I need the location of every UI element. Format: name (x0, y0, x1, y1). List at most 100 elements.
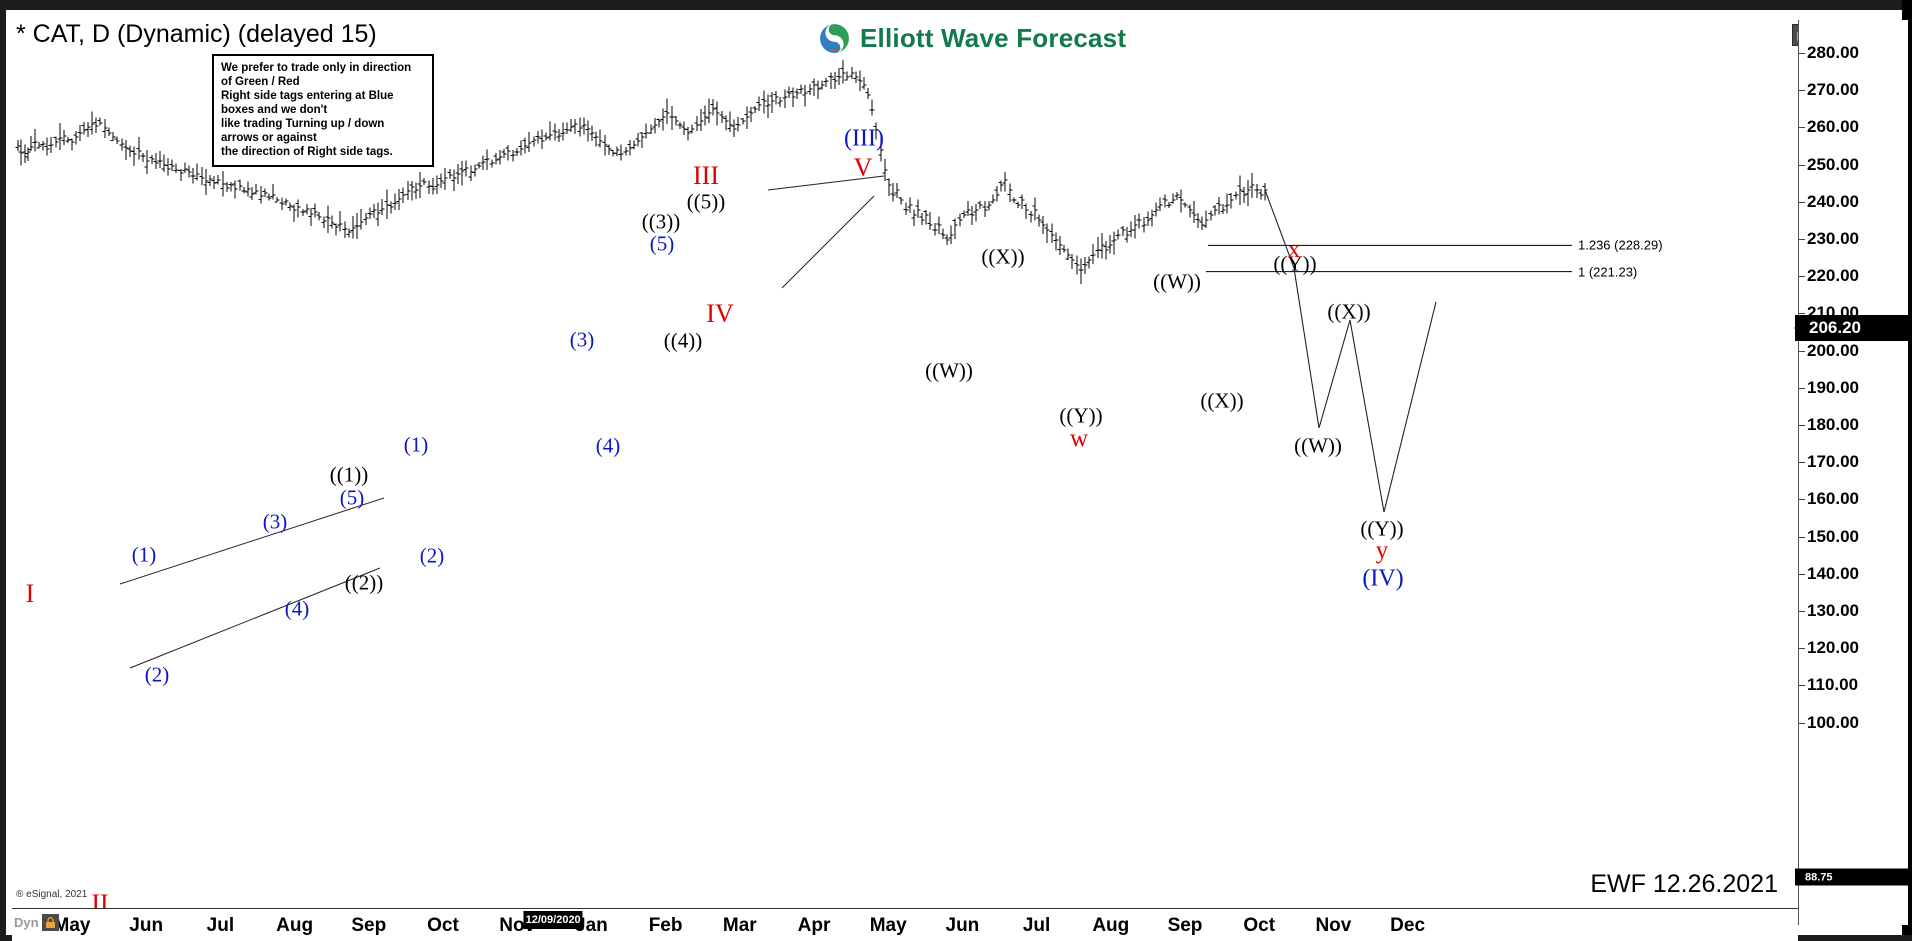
wave-label: (3) (569, 327, 595, 352)
price-tick-mark (1799, 462, 1805, 464)
chart-canvas: * CAT, D (Dynamic) (delayed 15) Elliott … (6, 10, 1909, 941)
date-tick-label: Nov (1315, 915, 1352, 936)
chart-application-window: * CAT, D (Dynamic) (delayed 15) Elliott … (0, 0, 1912, 941)
current-price-badge: 206.20 (1795, 314, 1909, 341)
date-tick-label: May (869, 915, 907, 936)
window-frame-top (0, 0, 1912, 10)
date-axis[interactable]: May Jun Jul Aug Sep Oct Nov Jan Feb Mar Apr May Jun J… (12, 908, 1798, 941)
wave-label: ((3)) (641, 209, 681, 234)
price-tick-label: 200.00 (1807, 340, 1859, 360)
price-tick-mark (1799, 648, 1805, 650)
price-tick-mark (1799, 573, 1805, 575)
date-tick-label: Jul (206, 915, 235, 936)
price-tick-mark (1799, 387, 1805, 389)
price-tick-mark (1799, 536, 1805, 538)
wave-label: ((W)) (1294, 433, 1342, 458)
price-tick-mark (1799, 499, 1805, 501)
wave-label: III (693, 161, 719, 190)
wave-label: (5) (339, 485, 365, 510)
wave-label: (IV) (1362, 565, 1404, 592)
price-tick-label: 230.00 (1807, 229, 1859, 248)
wave-label: (3) (262, 509, 288, 534)
date-highlight-badge: 12/09/2020 (523, 911, 583, 929)
wave-label: ((W)) (1153, 269, 1201, 294)
wave-label: ((X)) (1200, 388, 1244, 413)
wave-label: (4) (284, 596, 310, 621)
price-tick-mark (1799, 90, 1805, 92)
price-tick-mark (1799, 164, 1805, 166)
price-tick-label: 180.00 (1807, 415, 1859, 434)
price-tick-label: 220.00 (1807, 266, 1859, 286)
price-tick-label: 130.00 (1807, 601, 1859, 620)
wave-label: ((1)) (329, 462, 369, 487)
price-tick-label: 170.00 (1807, 452, 1859, 472)
price-series-svg (15, 60, 1572, 669)
dynamic-feed-indicator[interactable]: Dyn (14, 914, 59, 931)
wave-label: II (91, 889, 109, 908)
date-tick-label: May (53, 915, 91, 936)
price-tick-mark (1799, 425, 1805, 426)
date-tick-label: Jun (129, 915, 164, 936)
price-plot-area[interactable]: I II (1) (2) (3) (4) (5) ((1)) ((2)) (1) (2) (3) (4)… (12, 20, 1798, 908)
wave-label: ((2)) (344, 570, 384, 595)
wave-label: (5) (649, 231, 675, 256)
fibonacci-level-label: 1.236 (228.29) (1578, 237, 1663, 253)
price-tick-label: 100.00 (1807, 712, 1859, 732)
price-tick-mark (1799, 611, 1805, 612)
price-tick-label: 260.00 (1807, 117, 1859, 137)
wave-label: ((5)) (686, 189, 726, 214)
date-tick-label: Oct (1243, 915, 1276, 936)
fibonacci-level-label: 1 (221.23) (1578, 264, 1638, 280)
price-tick-mark (1799, 127, 1805, 129)
price-tick-label: 160.00 (1807, 489, 1859, 509)
date-tick-label: Dec (1390, 915, 1426, 936)
price-tick-mark (1799, 276, 1805, 278)
wave-label: w (1069, 425, 1089, 452)
copyright-notice: ® eSignal, 2021 (16, 889, 88, 900)
date-tick-label: Feb (648, 915, 683, 936)
wave-label: ((X)) (1327, 299, 1371, 324)
price-tick-label: 120.00 (1807, 638, 1859, 658)
date-tick-label: Sep (1167, 915, 1203, 936)
price-tick-mark (1799, 722, 1805, 724)
price-tick-mark (1799, 685, 1805, 687)
price-tick-label: 280.00 (1807, 43, 1859, 62)
date-tick-label: Aug (276, 915, 314, 936)
price-tick-label: 190.00 (1807, 377, 1859, 397)
date-tick-label: Sep (351, 915, 387, 936)
price-tick-label: 150.00 (1807, 526, 1859, 546)
price-tick-label: 140.00 (1807, 563, 1859, 583)
lock-icon (41, 914, 59, 931)
price-tick-label: 270.00 (1807, 80, 1859, 100)
wave-label: (1) (403, 432, 429, 457)
wave-label: (2) (419, 543, 445, 568)
price-tick-mark (1799, 350, 1805, 352)
date-tick-label: Jul (1022, 915, 1051, 936)
date-tick-label: Apr (797, 915, 831, 936)
wave-label: y (1375, 537, 1389, 564)
date-tick-label: Oct (427, 915, 459, 936)
wave-label: (III) (844, 125, 884, 152)
price-tick-label: 110.00 (1807, 675, 1859, 695)
date-tick-label: Jun (945, 915, 980, 936)
wave-label: I (25, 579, 35, 608)
price-tick-label: 250.00 (1807, 154, 1859, 174)
date-tick-label: Aug (1092, 915, 1130, 936)
wave-label: V (853, 153, 873, 182)
dyn-label: Dyn (14, 915, 39, 930)
price-tick-mark (1799, 201, 1805, 203)
forecast-date-stamp: EWF 12.26.2021 (1590, 870, 1778, 898)
price-tick-mark (1799, 239, 1805, 240)
price-tick-mark (1799, 53, 1805, 54)
wave-label: (2) (144, 662, 170, 687)
wave-label: IV (706, 299, 734, 328)
wave-label: ((X)) (981, 244, 1025, 269)
price-axis[interactable]: 280.00 270.00 260.00 250.00 240.00 230.00 220.… (1795, 20, 1909, 925)
wave-label: ((4)) (663, 328, 703, 353)
price-tick-label: 240.00 (1807, 191, 1859, 211)
session-low-badge: 88.75 (1795, 868, 1909, 886)
wave-label: x (1287, 236, 1301, 263)
wave-label: ((W)) (925, 358, 973, 383)
wave-label: (4) (595, 433, 621, 458)
wave-label: (1) (131, 542, 157, 567)
